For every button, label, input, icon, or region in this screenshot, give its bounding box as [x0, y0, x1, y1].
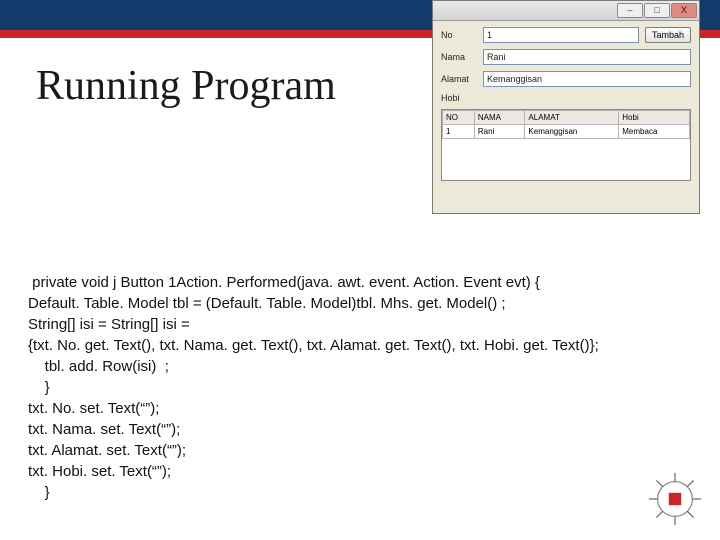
maximize-button[interactable]: □ — [644, 3, 670, 18]
input-no[interactable]: 1 — [483, 27, 639, 43]
label-nama: Nama — [441, 52, 477, 62]
minimize-button[interactable]: – — [617, 3, 643, 18]
table-container: NO NAMA ALAMAT Hobi 1 Rani Kemanggisan M… — [441, 109, 691, 181]
tambah-button[interactable]: Tambah — [645, 27, 691, 43]
code-line: txt. Nama. set. Text(“”); — [28, 421, 180, 438]
code-line: private void j Button 1Action. Performed… — [28, 274, 540, 291]
data-table: NO NAMA ALAMAT Hobi 1 Rani Kemanggisan M… — [442, 110, 690, 139]
page-title: Running Program — [36, 62, 336, 110]
code-line: } — [28, 379, 50, 396]
window-titlebar: – □ X — [433, 1, 699, 21]
window-body: No 1 Tambah Nama Rani Alamat Kemanggisan… — [433, 21, 699, 185]
close-button[interactable]: X — [671, 3, 697, 18]
th-hobi: Hobi — [619, 111, 690, 125]
code-block: private void j Button 1Action. Performed… — [28, 272, 692, 503]
code-line: String[] isi = String[] isi = — [28, 316, 190, 333]
th-alamat: ALAMAT — [525, 111, 619, 125]
code-line: tbl. add. Row(isi) ; — [28, 358, 169, 375]
label-no: No — [441, 30, 477, 40]
cell-nama: Rani — [474, 125, 525, 139]
table-row[interactable]: 1 Rani Kemanggisan Membaca — [443, 125, 690, 139]
cell-no: 1 — [443, 125, 475, 139]
th-nama: NAMA — [474, 111, 525, 125]
label-hobi: Hobi — [441, 93, 477, 103]
cell-alamat: Kemanggisan — [525, 125, 619, 139]
th-no: NO — [443, 111, 475, 125]
code-line: {txt. No. get. Text(), txt. Nama. get. T… — [28, 337, 599, 354]
app-window: – □ X No 1 Tambah Nama Rani Alamat Keman… — [432, 0, 700, 214]
code-line: txt. Alamat. set. Text(“”); — [28, 442, 186, 459]
input-alamat[interactable]: Kemanggisan — [483, 71, 691, 87]
code-line: txt. Hobi. set. Text(“”); — [28, 463, 171, 480]
code-line: } — [28, 484, 50, 501]
code-line: Default. Table. Model tbl = (Default. Ta… — [28, 295, 506, 312]
cell-hobi: Membaca — [619, 125, 690, 139]
table-header-row: NO NAMA ALAMAT Hobi — [443, 111, 690, 125]
code-line: txt. No. set. Text(“”); — [28, 400, 159, 417]
university-logo — [644, 468, 706, 530]
input-nama[interactable]: Rani — [483, 49, 691, 65]
label-alamat: Alamat — [441, 74, 477, 84]
